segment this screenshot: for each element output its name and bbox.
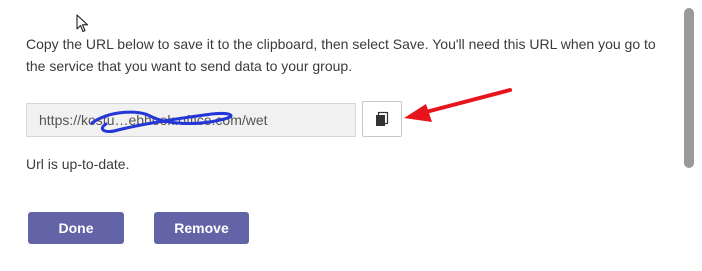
webhook-url-field[interactable] — [26, 103, 356, 137]
mouse-pointer-icon — [76, 14, 89, 33]
instructions-text: Copy the URL below to save it to the cli… — [26, 36, 656, 74]
connector-config-panel: Copy the URL below to save it to the cli… — [0, 0, 702, 271]
copy-url-button[interactable] — [362, 101, 402, 137]
url-status-text: Url is up-to-date. — [26, 156, 130, 172]
scrollbar-thumb[interactable] — [684, 8, 694, 168]
annotation-arrow-shaft — [420, 88, 512, 115]
done-button[interactable]: Done — [28, 212, 124, 244]
remove-button[interactable]: Remove — [154, 212, 249, 244]
annotation-arrow-head — [404, 104, 432, 122]
copy-icon — [376, 111, 389, 126]
